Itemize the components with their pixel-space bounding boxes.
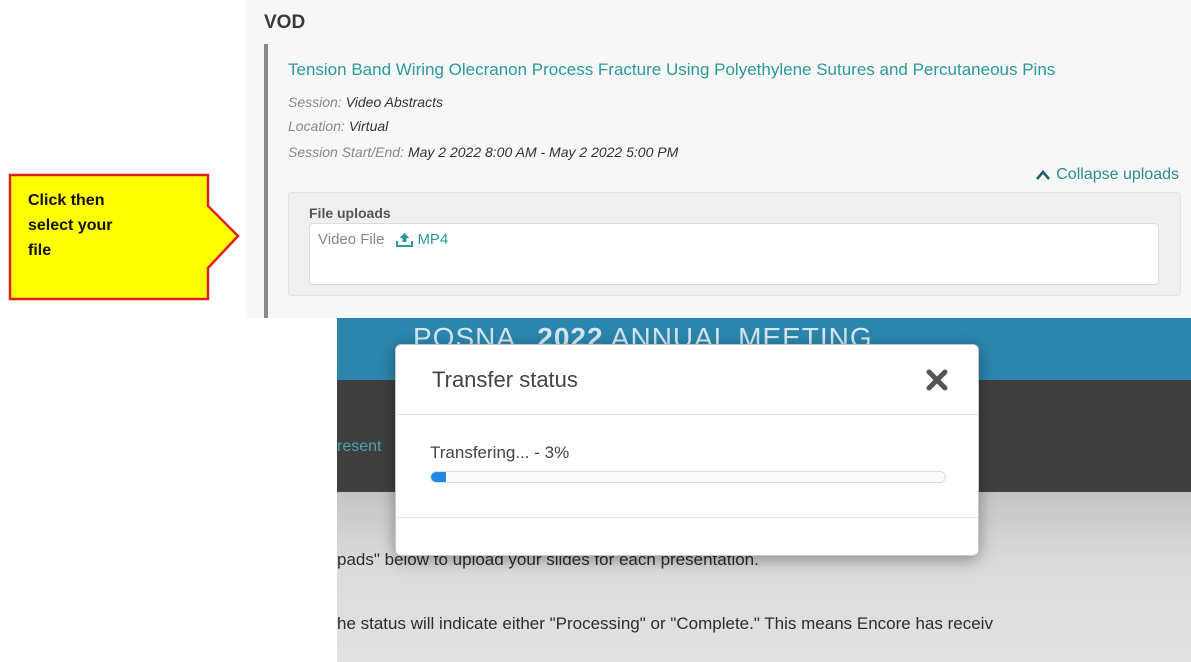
callout-line-3: file xyxy=(28,242,52,259)
callout-text: Click then select your file xyxy=(28,188,148,263)
location-row: Location: Virtual xyxy=(288,118,388,134)
callout-line-2: select your xyxy=(28,217,113,234)
presentation-entry: Tension Band Wiring Olecranon Process Fr… xyxy=(264,44,1191,318)
session-value: Video Abstracts xyxy=(345,94,443,110)
dialog-body: Transfering... - 3% xyxy=(396,415,978,517)
session-row: Session: Video Abstracts xyxy=(288,94,443,110)
dialog-title: Transfer status xyxy=(432,367,578,392)
instruction-line-2: he status will indicate either "Processi… xyxy=(337,614,993,633)
location-value: Virtual xyxy=(348,118,389,134)
presentation-title-link[interactable]: Tension Band Wiring Olecranon Process Fr… xyxy=(288,60,1055,80)
session-label: Session: xyxy=(288,94,342,110)
start-end-label: Session Start/End: xyxy=(288,144,404,160)
progress-fill xyxy=(431,472,447,482)
instruction-callout: Click then select your file xyxy=(8,170,240,303)
section-title: VOD xyxy=(264,12,306,33)
video-file-row: Video File MP4 xyxy=(318,231,448,248)
dialog-header: Transfer status xyxy=(396,345,978,415)
transfer-status-dialog: Transfer status Transfering... - 3% xyxy=(395,344,979,556)
file-uploads-list: Video File MP4 xyxy=(309,223,1159,285)
collapse-uploads-label: Collapse uploads xyxy=(1056,166,1179,183)
location-label: Location: xyxy=(288,118,345,134)
collapse-uploads-button[interactable]: Collapse uploads xyxy=(1036,166,1179,184)
vod-panel: VOD Tension Band Wiring Olecranon Proces… xyxy=(246,0,1191,318)
callout-line-1: Click then xyxy=(28,192,105,209)
mp4-upload-button[interactable]: MP4 xyxy=(396,231,448,248)
transfer-screenshot: POSNA 2022 ANNUAL MEETING resent pads" b… xyxy=(337,318,1191,662)
dialog-footer xyxy=(396,517,978,557)
start-end-row: Session Start/End: May 2 2022 8:00 AM - M… xyxy=(288,144,678,160)
mp4-link-label: MP4 xyxy=(417,231,449,248)
close-button[interactable] xyxy=(926,369,948,391)
file-uploads-box: File uploads Video File MP4 xyxy=(288,192,1181,296)
chevron-up-icon xyxy=(1036,170,1051,180)
close-icon xyxy=(926,369,948,391)
video-file-label: Video File xyxy=(318,231,385,248)
transfer-status-text: Transfering... - 3% xyxy=(430,443,570,462)
transfer-progress-bar xyxy=(430,471,946,483)
presentations-tab[interactable]: resent xyxy=(337,438,381,456)
file-uploads-heading: File uploads xyxy=(309,205,391,221)
start-end-value: May 2 2022 8:00 AM - May 2 2022 5:00 PM xyxy=(407,144,679,160)
upload-icon xyxy=(396,233,414,247)
